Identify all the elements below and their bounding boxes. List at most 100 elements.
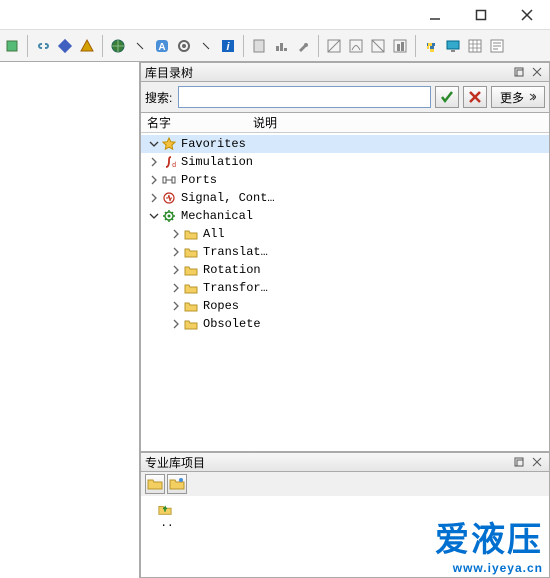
star-icon (161, 137, 177, 151)
tree-node[interactable]: Signal, Cont… (141, 189, 549, 207)
right-column: 库目录树 搜索: 更多 名字 说明 Favorites dt Simulation P… (140, 62, 550, 578)
ports-icon (161, 173, 177, 187)
tool-chart-icon[interactable] (271, 36, 291, 56)
left-pane (0, 62, 140, 578)
library-panel-header: 专业库项目 (140, 452, 550, 472)
node-label: Transfor… (203, 281, 268, 295)
tool-wrench-icon[interactable] (293, 36, 313, 56)
svg-text:dt: dt (172, 162, 176, 169)
node-label: Favorites (181, 137, 246, 151)
node-label: Rotation (203, 263, 261, 277)
chevron-right-icon[interactable] (169, 247, 183, 257)
tree-node[interactable]: Mechanical (141, 207, 549, 225)
tool-python-icon[interactable] (421, 36, 441, 56)
tree-node[interactable]: Translat… (141, 243, 549, 261)
search-ok-button[interactable] (435, 86, 459, 108)
node-label: Translat… (203, 245, 268, 259)
col-name[interactable]: 名字 (141, 114, 247, 131)
folder-icon (183, 263, 199, 277)
tree-node[interactable]: Ropes (141, 297, 549, 315)
tree-body[interactable]: Favorites dt Simulation Ports Signal, Cont… M… (141, 133, 549, 451)
folder-icon (183, 299, 199, 313)
tool-box1-icon[interactable] (324, 36, 344, 56)
search-input[interactable] (178, 86, 431, 108)
watermark: 爱液压 www.iyeya.cn (435, 512, 543, 575)
svg-text:A: A (158, 42, 165, 53)
chevron-right-icon[interactable] (169, 265, 183, 275)
close-button[interactable] (504, 0, 550, 30)
tool-doc1-icon[interactable] (249, 36, 269, 56)
node-label: Signal, Cont… (181, 191, 275, 205)
chevron-down-icon[interactable] (147, 139, 161, 149)
chevron-right-icon[interactable] (169, 283, 183, 293)
undock-icon[interactable] (511, 454, 527, 470)
tool-arrow-icon[interactable] (130, 36, 150, 56)
close-panel-icon[interactable] (529, 454, 545, 470)
toolbar-separator (415, 35, 416, 57)
tree-panel-header: 库目录树 (140, 62, 550, 82)
item-label: .. (160, 518, 173, 530)
signal-icon (161, 191, 177, 205)
tree-node[interactable]: Obsolete (141, 315, 549, 333)
minimize-button[interactable] (412, 0, 458, 30)
library-panel: 专业库项目 .. 爱液压 www.iyeya.cn (140, 452, 550, 578)
tree-node[interactable]: Ports (141, 171, 549, 189)
main-toolbar: A i (0, 30, 550, 62)
chevron-right-icon[interactable] (147, 175, 161, 185)
toolbar-separator (318, 35, 319, 57)
search-label: 搜索: (145, 89, 172, 106)
node-label: Obsolete (203, 317, 261, 331)
tool-info-icon[interactable]: i (218, 36, 238, 56)
tool-arrow2-icon[interactable] (196, 36, 216, 56)
tool-diamond-icon[interactable] (55, 36, 75, 56)
tool-cone-icon[interactable] (77, 36, 97, 56)
folder-open-icon[interactable] (145, 474, 165, 494)
tool-grid-icon[interactable] (465, 36, 485, 56)
tree-panel-title: 库目录树 (145, 64, 509, 81)
folder-up-icon (157, 502, 173, 516)
tree-node[interactable]: Rotation (141, 261, 549, 279)
node-label: Simulation (181, 155, 253, 169)
library-panel-title: 专业库项目 (145, 454, 509, 471)
window-titlebar (0, 0, 550, 30)
folder-new-icon[interactable] (167, 474, 187, 494)
close-panel-icon[interactable] (529, 64, 545, 80)
folder-icon (183, 317, 199, 331)
tool-app-icon[interactable]: A (152, 36, 172, 56)
chevron-right-icon[interactable] (147, 193, 161, 203)
list-item[interactable]: .. (147, 502, 187, 530)
maximize-button[interactable] (458, 0, 504, 30)
tree-node[interactable]: Favorites (141, 135, 549, 153)
tool-box4-icon[interactable] (390, 36, 410, 56)
undock-icon[interactable] (511, 64, 527, 80)
tree-node[interactable]: Transfor… (141, 279, 549, 297)
col-desc[interactable]: 说明 (247, 114, 283, 131)
tool-text-icon[interactable] (487, 36, 507, 56)
node-label: Mechanical (181, 209, 253, 223)
tree-node[interactable]: All (141, 225, 549, 243)
tool-gear-icon[interactable] (174, 36, 194, 56)
chevron-right-icon[interactable] (169, 301, 183, 311)
chevron-right-icon[interactable] (169, 319, 183, 329)
search-more-button[interactable]: 更多 (491, 86, 545, 108)
chevron-right-icon[interactable] (147, 157, 161, 167)
tool-cube-icon[interactable] (2, 36, 22, 56)
integral-icon: dt (161, 155, 177, 169)
tool-globe-icon[interactable] (108, 36, 128, 56)
tool-monitor-icon[interactable] (443, 36, 463, 56)
chevron-right-icon[interactable] (169, 229, 183, 239)
tool-box3-icon[interactable] (368, 36, 388, 56)
toolbar-separator (27, 35, 28, 57)
chevron-down-icon[interactable] (147, 211, 161, 221)
gear-icon (161, 209, 177, 223)
tool-link-icon[interactable] (33, 36, 53, 56)
search-row: 搜索: 更多 (140, 82, 550, 112)
library-toolbar (140, 472, 550, 496)
tool-box2-icon[interactable] (346, 36, 366, 56)
search-clear-button[interactable] (463, 86, 487, 108)
tree-container: 名字 说明 Favorites dt Simulation Ports Signal, … (140, 112, 550, 452)
tree-node[interactable]: dt Simulation (141, 153, 549, 171)
folder-icon (183, 227, 199, 241)
watermark-small: www.iyeya.cn (435, 561, 543, 575)
library-body[interactable]: .. 爱液压 www.iyeya.cn (140, 496, 550, 578)
